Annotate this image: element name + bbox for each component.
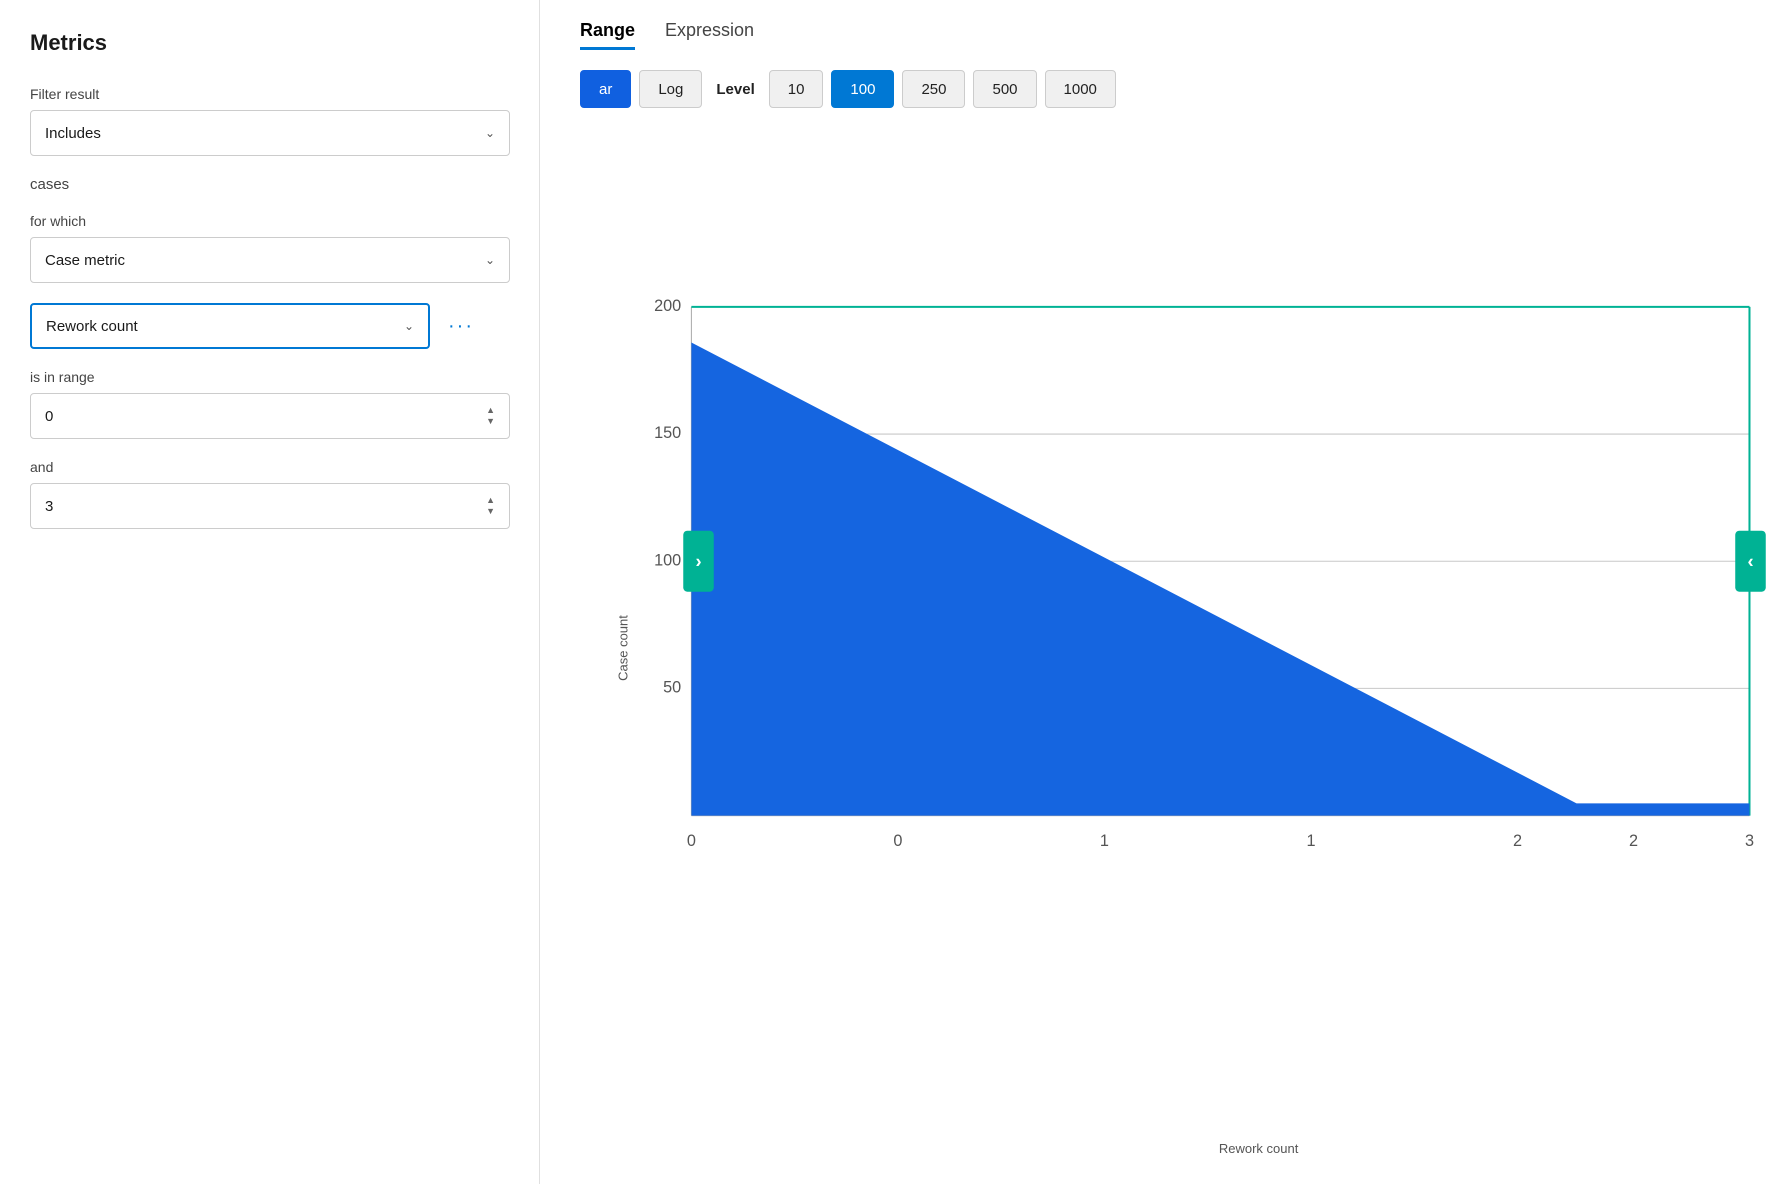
metric-row: Rework count ⌄ ···: [30, 303, 509, 349]
chart-svg: 200 150 100 50 0 0 1 1 2 2 3 › ‹: [610, 132, 1780, 1123]
range-min-down-icon[interactable]: ▼: [486, 417, 495, 426]
range-min-up-icon[interactable]: ▲: [486, 406, 495, 415]
range-max-input[interactable]: 3 ▲ ▼: [30, 483, 510, 529]
metric-chevron-icon: ⌄: [404, 319, 414, 333]
cases-text: cases: [30, 176, 509, 193]
filter-result-value: Includes: [45, 125, 101, 142]
svg-text:‹: ‹: [1747, 550, 1753, 571]
chart-area: [691, 342, 1749, 815]
and-label: and: [30, 459, 509, 475]
controls-row: ar Log Level 10 100 250 500 1000: [580, 70, 1750, 108]
for-which-label: for which: [30, 213, 509, 229]
svg-text:50: 50: [663, 678, 681, 696]
level-1000-button[interactable]: 1000: [1045, 70, 1116, 108]
range-min-input[interactable]: 0 ▲ ▼: [30, 393, 510, 439]
tab-expression[interactable]: Expression: [665, 20, 754, 50]
svg-text:150: 150: [654, 424, 681, 442]
svg-text:0: 0: [893, 832, 902, 850]
range-max-spinners: ▲ ▼: [486, 496, 495, 516]
svg-text:0: 0: [687, 832, 696, 850]
scale-log-button[interactable]: Log: [639, 70, 702, 108]
metric-value: Rework count: [46, 318, 138, 335]
y-axis-label: Case count: [615, 615, 630, 681]
level-10-button[interactable]: 10: [769, 70, 824, 108]
level-label: Level: [716, 81, 754, 98]
metric-ellipsis-button[interactable]: ···: [440, 311, 482, 342]
filter-result-label: Filter result: [30, 86, 509, 102]
left-panel: Metrics Filter result Includes ⌄ cases f…: [0, 0, 540, 1184]
scale-linear-button[interactable]: ar: [580, 70, 631, 108]
range-max-down-icon[interactable]: ▼: [486, 507, 495, 516]
svg-text:2: 2: [1629, 832, 1638, 850]
for-which-dropdown[interactable]: Case metric ⌄: [30, 237, 510, 283]
panel-title: Metrics: [30, 30, 509, 56]
range-min-spinners: ▲ ▼: [486, 406, 495, 426]
level-100-button[interactable]: 100: [831, 70, 894, 108]
svg-text:1: 1: [1100, 832, 1109, 850]
svg-text:2: 2: [1513, 832, 1522, 850]
range-max-value: 3: [45, 498, 53, 515]
chart-container: Case count 200 150 100 50 0 0 1 1: [580, 132, 1750, 1164]
svg-text:1: 1: [1306, 832, 1315, 850]
range-min-value: 0: [45, 408, 53, 425]
for-which-chevron-icon: ⌄: [485, 253, 495, 267]
svg-text:100: 100: [654, 551, 681, 569]
svg-text:200: 200: [654, 297, 681, 315]
svg-text:›: ›: [695, 550, 701, 571]
filter-result-dropdown[interactable]: Includes ⌄: [30, 110, 510, 156]
svg-text:3: 3: [1745, 832, 1754, 850]
x-axis-label: Rework count: [1219, 1141, 1298, 1156]
level-500-button[interactable]: 500: [973, 70, 1036, 108]
level-250-button[interactable]: 250: [902, 70, 965, 108]
is-in-range-label: is in range: [30, 369, 509, 385]
for-which-value: Case metric: [45, 252, 125, 269]
tab-bar: Range Expression: [580, 20, 1750, 50]
metric-dropdown[interactable]: Rework count ⌄: [30, 303, 430, 349]
filter-result-chevron-icon: ⌄: [485, 126, 495, 140]
range-max-up-icon[interactable]: ▲: [486, 496, 495, 505]
right-panel: Range Expression ar Log Level 10 100 250…: [540, 0, 1790, 1184]
tab-range[interactable]: Range: [580, 20, 635, 50]
